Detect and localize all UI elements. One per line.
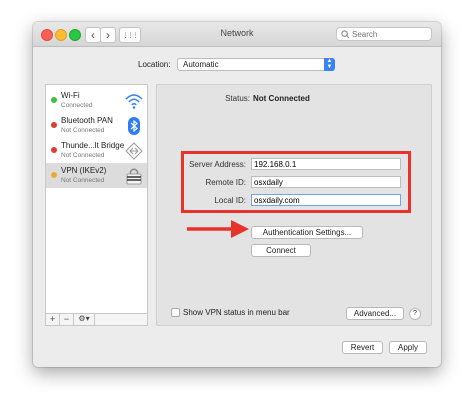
wifi-icon: [125, 94, 143, 109]
gear-menu-button[interactable]: ⚙▾: [74, 314, 95, 325]
sidebar-toolbar: + − ⚙▾: [45, 313, 148, 326]
remove-service-button[interactable]: −: [60, 314, 74, 325]
show-vpn-status-checkbox[interactable]: [171, 308, 180, 317]
thunderbolt-bridge-icon: [125, 142, 143, 160]
title-bar: ‹ › ⋮⋮⋮ Network: [33, 22, 441, 47]
show-vpn-status-label: Show VPN status in menu bar: [183, 308, 290, 317]
help-button[interactable]: ?: [409, 308, 421, 320]
status-dot: [51, 172, 57, 178]
service-item-vpn-ikev2[interactable]: VPN (IKEv2) Not Connected: [46, 163, 147, 188]
status-dot: [51, 147, 57, 153]
connect-button[interactable]: Connect: [251, 244, 311, 257]
annotation-arrow-icon: [187, 220, 249, 238]
apply-button[interactable]: Apply: [389, 341, 427, 354]
status-dot: [51, 97, 57, 103]
status-dot: [51, 122, 57, 128]
stepper-arrows-icon: ▲ ▼: [324, 58, 335, 71]
status-label: Status:: [225, 94, 250, 103]
revert-button[interactable]: Revert: [342, 341, 383, 354]
vpn-lock-icon: [126, 168, 142, 185]
service-name: Thunde...lt Bridge: [61, 141, 125, 150]
add-service-button[interactable]: +: [46, 314, 60, 325]
location-select[interactable]: Automatic ▲ ▼: [177, 58, 335, 71]
advanced-button[interactable]: Advanced...: [346, 307, 404, 320]
service-name: Bluetooth PAN: [61, 116, 113, 125]
service-status: Not Connected: [61, 177, 105, 184]
service-list: Wi-Fi Connected Bluetooth PAN Not Connec…: [45, 84, 148, 326]
service-name: Wi-Fi: [61, 91, 80, 100]
bluetooth-icon: [128, 117, 140, 135]
search-input[interactable]: [352, 29, 422, 39]
service-status: Connected: [61, 102, 93, 109]
network-window: ‹ › ⋮⋮⋮ Network Location: Automatic ▲▼ W…: [33, 22, 441, 367]
service-item-wifi[interactable]: Wi-Fi Connected: [46, 88, 147, 113]
service-item-bluetooth-pan[interactable]: Bluetooth PAN Not Connected: [46, 113, 147, 138]
service-item-thunderbolt-bridge[interactable]: Thunde...lt Bridge Not Connected: [46, 138, 147, 163]
service-status: Not Connected: [61, 127, 105, 134]
search-field[interactable]: [336, 27, 432, 41]
location-label: Location:: [138, 60, 171, 69]
annotation-highlight-box: [181, 151, 411, 213]
authentication-settings-button[interactable]: Authentication Settings...: [251, 226, 363, 239]
status-value: Not Connected: [253, 94, 310, 103]
service-name: VPN (IKEv2): [61, 166, 107, 175]
service-status: Not Connected: [61, 152, 105, 159]
location-value: Automatic: [183, 60, 219, 69]
search-icon: [341, 29, 350, 38]
